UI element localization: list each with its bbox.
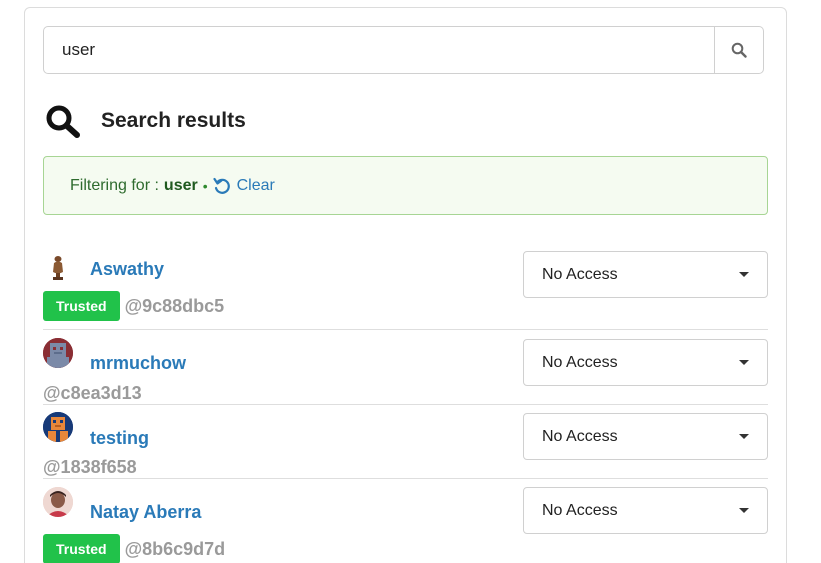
- caret-down-icon: [739, 434, 749, 439]
- filter-label: Filtering for :: [70, 176, 159, 194]
- access-dropdown[interactable]: No Access: [523, 487, 768, 534]
- user-name-link[interactable]: mrmuchow: [90, 353, 186, 374]
- caret-down-icon: [739, 508, 749, 513]
- filter-notice: Filtering for : user • Clear: [43, 156, 768, 215]
- access-dropdown[interactable]: No Access: [523, 251, 768, 298]
- user-search-panel: Search results Filtering for : user • Cl…: [24, 7, 787, 563]
- results-title: Search results: [101, 109, 246, 132]
- user-row: testing @1838f658 No Access: [43, 406, 768, 479]
- access-value: No Access: [542, 265, 618, 283]
- user-meta: @1838f658: [43, 457, 137, 478]
- user-row: Natay Aberra Trusted @8b6c9d7d No Access: [43, 480, 768, 563]
- idol-avatar-icon: [43, 252, 73, 282]
- search-input[interactable]: [43, 26, 715, 74]
- pixel-avatar-icon: [43, 412, 73, 442]
- search-icon: [731, 42, 747, 58]
- trusted-badge: Trusted: [43, 291, 120, 321]
- clear-label: Clear: [236, 176, 275, 194]
- user-meta: Trusted @9c88dbc5: [43, 291, 224, 321]
- search-bar: [43, 26, 764, 74]
- filter-separator: •: [202, 177, 208, 194]
- clear-filter-link[interactable]: Clear: [213, 177, 275, 195]
- caret-down-icon: [739, 272, 749, 277]
- user-row: mrmuchow @c8ea3d13 No Access: [43, 331, 768, 405]
- access-value: No Access: [542, 353, 618, 371]
- user-meta: Trusted @8b6c9d7d: [43, 534, 225, 563]
- pixel-avatar-icon: [43, 338, 73, 368]
- user-row: Aswathy Trusted @9c88dbc5 No Access: [43, 249, 768, 330]
- access-dropdown[interactable]: No Access: [523, 339, 768, 386]
- user-name-link[interactable]: Natay Aberra: [90, 502, 201, 523]
- photo-avatar-icon: [43, 487, 73, 517]
- user-name-link[interactable]: testing: [90, 428, 149, 449]
- caret-down-icon: [739, 360, 749, 365]
- filter-term: user: [163, 176, 198, 194]
- undo-icon: [213, 177, 230, 194]
- user-name-link[interactable]: Aswathy: [90, 259, 164, 280]
- search-button[interactable]: [715, 26, 764, 74]
- magnifier-icon: [46, 105, 80, 138]
- results-header: Search results: [45, 103, 246, 139]
- user-meta: @c8ea3d13: [43, 383, 142, 404]
- user-handle: @1838f658: [43, 457, 137, 477]
- user-handle: @8b6c9d7d: [124, 538, 226, 559]
- user-handle: @c8ea3d13: [43, 383, 142, 403]
- trusted-badge: Trusted: [43, 534, 120, 563]
- access-value: No Access: [542, 427, 618, 445]
- user-handle: @9c88dbc5: [124, 295, 225, 316]
- access-value: No Access: [542, 501, 618, 519]
- access-dropdown[interactable]: No Access: [523, 413, 768, 460]
